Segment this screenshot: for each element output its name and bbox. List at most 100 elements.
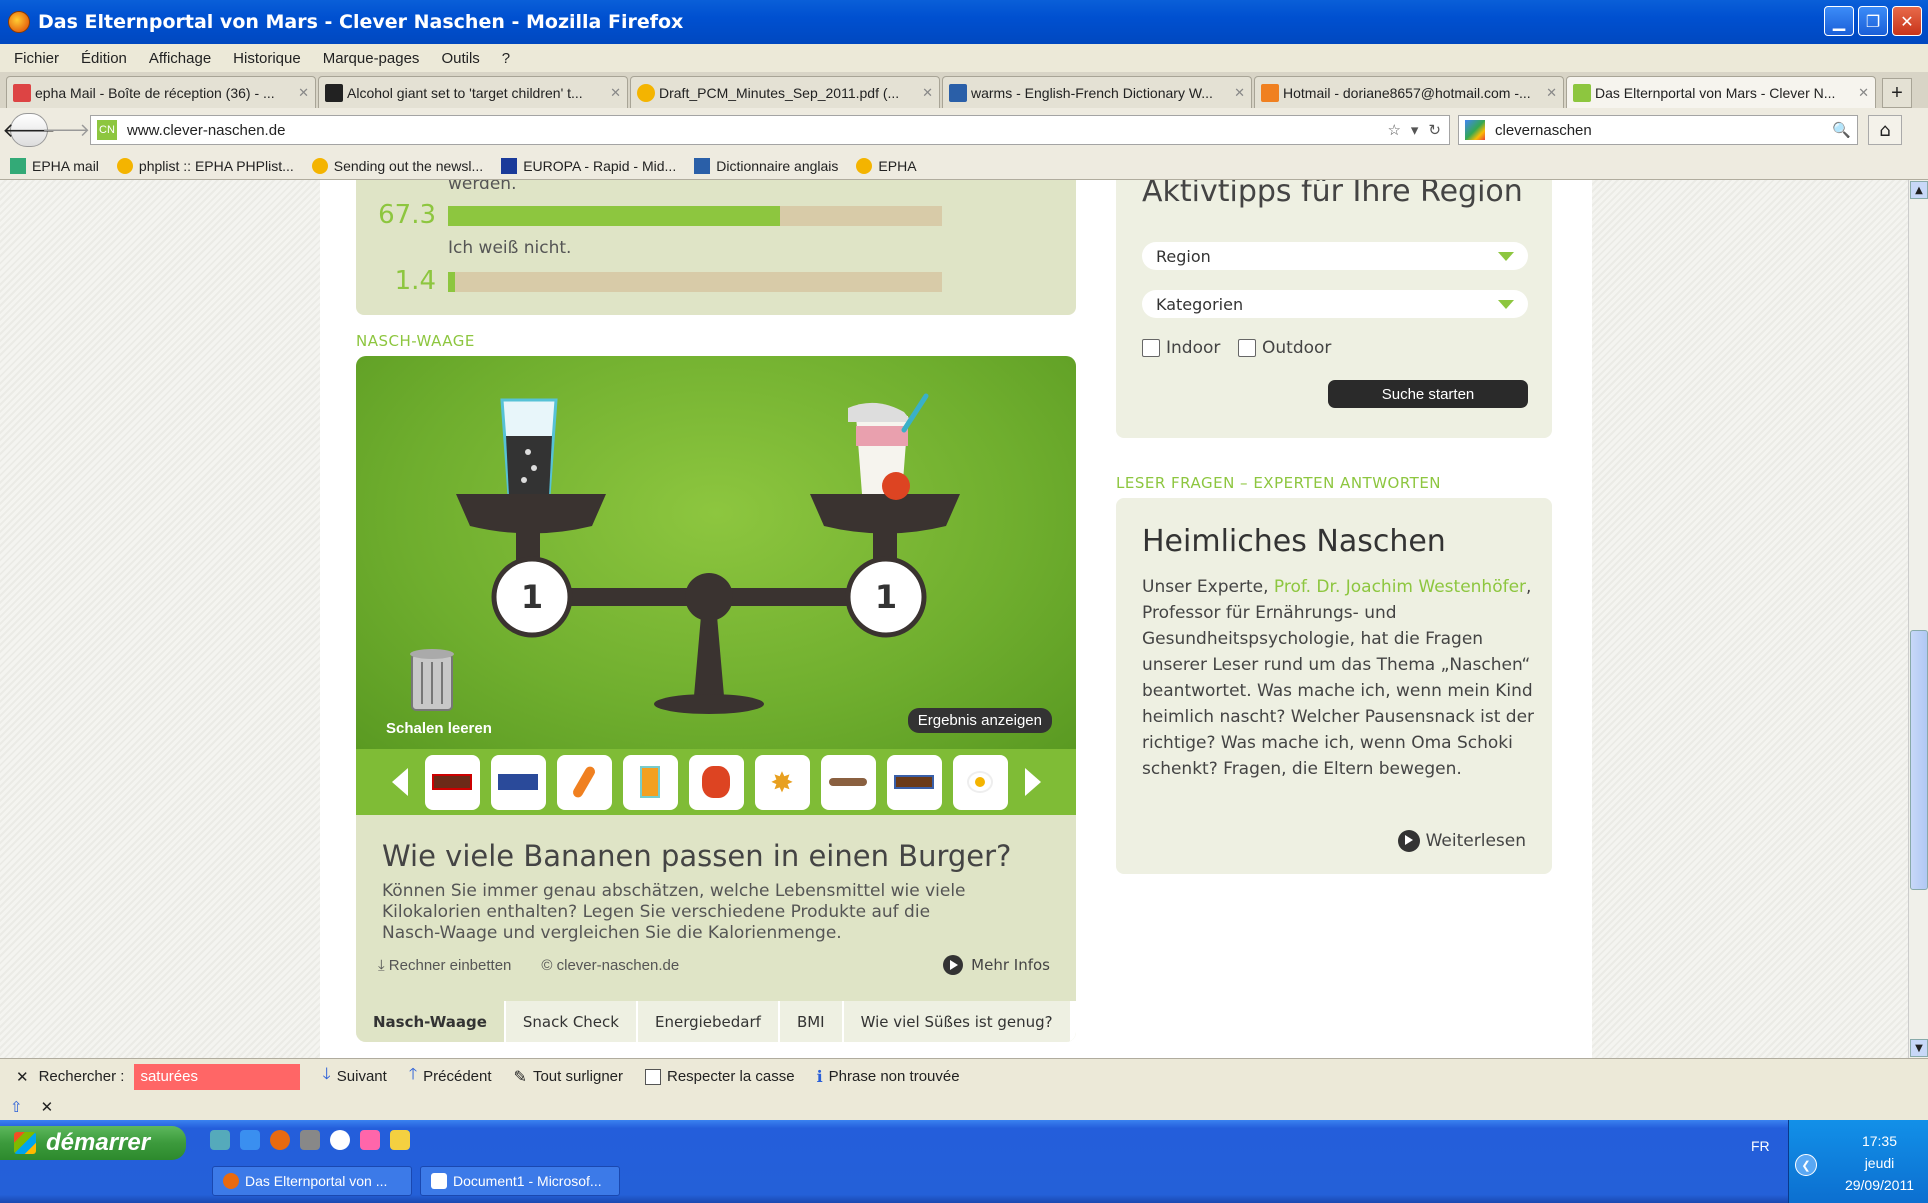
- tab-snack-check[interactable]: Snack Check: [505, 1001, 638, 1042]
- scroll-down-icon[interactable]: ▼: [1910, 1039, 1928, 1057]
- close-button[interactable]: ✕: [1892, 6, 1922, 36]
- arrow-down-icon: 🡓: [322, 1066, 331, 1083]
- addon-bar-icon[interactable]: ⇧: [10, 1098, 23, 1116]
- bookmark-epha-mail[interactable]: EPHA mail: [10, 157, 99, 174]
- menu-marque-pages[interactable]: Marque-pages: [323, 50, 420, 67]
- scroll-up-icon[interactable]: ▲: [1910, 181, 1928, 199]
- spoon-icon[interactable]: [820, 754, 876, 810]
- highlight-all-button[interactable]: ✎ Tout surligner: [514, 1067, 623, 1087]
- menu-affichage[interactable]: Affichage: [149, 50, 211, 67]
- vertical-scrollbar[interactable]: ▲ ▼: [1908, 180, 1928, 1058]
- tab-close-icon[interactable]: ✕: [298, 85, 309, 101]
- crisps-icon[interactable]: ✸: [754, 754, 810, 810]
- tab-alcohol-giant[interactable]: Alcohol giant set to 'target children' t…: [318, 76, 628, 108]
- category-select[interactable]: Kategorien: [1142, 290, 1528, 318]
- close-findbar-icon[interactable]: ✕: [16, 1068, 29, 1086]
- scale-stage[interactable]: 1 1 Schalen leeren Ergebnis anzeigen: [356, 356, 1076, 749]
- start-search-button[interactable]: Suche starten: [1328, 380, 1528, 408]
- tab-energiebedarf[interactable]: Energiebedarf: [637, 1001, 780, 1042]
- poll-bar: [448, 272, 942, 292]
- region-select[interactable]: Region: [1142, 242, 1528, 270]
- find-next-button[interactable]: 🡓 Suivant: [322, 1063, 386, 1090]
- carousel-next-arrow-icon[interactable]: [1024, 768, 1041, 796]
- network-icon[interactable]: [300, 1130, 320, 1150]
- more-info-link[interactable]: Mehr Infos: [943, 955, 1050, 975]
- kinder-bar-icon[interactable]: [424, 754, 480, 810]
- tab-nasch-waage[interactable]: Nasch-Waage: [356, 1001, 506, 1042]
- bookmark-sending-out[interactable]: Sending out the newsl...: [311, 157, 483, 174]
- tab-close-icon[interactable]: ✕: [922, 85, 933, 101]
- dropdown-icon[interactable]: ▾: [1411, 121, 1419, 139]
- tab-epha-mail[interactable]: epha Mail - Boîte de réception (36) - ..…: [6, 76, 316, 108]
- find-input[interactable]: saturées: [134, 1063, 301, 1090]
- menu-fichier[interactable]: Fichier: [14, 50, 59, 67]
- tab-close-icon[interactable]: ✕: [1858, 85, 1869, 101]
- match-case-checkbox[interactable]: Respecter la casse: [645, 1068, 795, 1085]
- chevron-left-icon[interactable]: ❮: [1795, 1154, 1817, 1176]
- find-prev-button[interactable]: 🡑 Précédent: [409, 1063, 492, 1090]
- trash-can-icon[interactable]: [410, 649, 454, 711]
- clear-pans-button[interactable]: Schalen leeren: [386, 720, 492, 737]
- window-titlebar[interactable]: Das Elternportal von Mars - Clever Nasch…: [0, 0, 1928, 44]
- tab-close-icon[interactable]: ✕: [1234, 85, 1245, 101]
- menu-edition[interactable]: Édition: [81, 50, 127, 67]
- article-teaser: Unser Experte, Prof. Dr. Joachim Westenh…: [1142, 577, 1535, 779]
- carousel-prev-arrow-icon[interactable]: [391, 768, 408, 796]
- carrot-icon[interactable]: [556, 754, 612, 810]
- tab-draft-pcm[interactable]: Draft_PCM_Minutes_Sep_2011.pdf (... ✕: [630, 76, 940, 108]
- menu-outils[interactable]: Outils: [441, 50, 479, 67]
- browser-viewport[interactable]: werden. 67.3 Ich weiß nicht. 1.4 NASCH-W…: [0, 180, 1908, 1058]
- magnifier-icon[interactable]: 🔍: [1832, 121, 1851, 139]
- forward-button[interactable]: 🡒: [42, 116, 90, 144]
- bookmark-europa[interactable]: EUROPA - Rapid - Mid...: [501, 157, 676, 174]
- start-button[interactable]: démarrer: [0, 1126, 186, 1160]
- tab-close-icon[interactable]: ✕: [1546, 85, 1557, 101]
- embed-calculator-link[interactable]: ⤓ Rechner einbetten: [378, 957, 511, 974]
- mail-icon[interactable]: [360, 1130, 380, 1150]
- bookmark-epha[interactable]: EPHA: [856, 157, 917, 174]
- maximize-button[interactable]: ❐: [1858, 6, 1888, 36]
- windows-taskbar: démarrer Das Elternportal von ... Docume…: [0, 1120, 1928, 1203]
- windows-flag-icon: [14, 1132, 36, 1154]
- indoor-checkbox[interactable]: Indoor: [1142, 338, 1220, 358]
- play-icon: [943, 955, 964, 975]
- tab-hotmail[interactable]: Hotmail - doriane8657@hotmail.com -... ✕: [1254, 76, 1564, 108]
- url-bar[interactable]: CN www.clever-naschen.de ☆ ▾ ↻: [90, 115, 1450, 145]
- tab-close-icon[interactable]: ✕: [610, 85, 621, 101]
- show-result-button[interactable]: Ergebnis anzeigen: [907, 708, 1052, 733]
- folder-icon[interactable]: [390, 1130, 410, 1150]
- snickers-icon[interactable]: [886, 754, 942, 810]
- home-button[interactable]: ⌂: [1868, 115, 1902, 145]
- milky-way-icon[interactable]: [490, 754, 546, 810]
- tab-bmi[interactable]: BMI: [779, 1001, 844, 1042]
- bookmark-phplist[interactable]: phplist :: EPHA PHPlist...: [116, 157, 294, 174]
- tab-wie-viel-suesses[interactable]: Wie viel Süßes ist genug?: [843, 1001, 1072, 1042]
- firefox-icon[interactable]: [270, 1130, 290, 1150]
- expert-link[interactable]: Prof. Dr. Joachim Westenhöfer: [1274, 577, 1526, 597]
- close-addon-bar-icon[interactable]: ✕: [41, 1098, 54, 1116]
- fried-egg-icon[interactable]: [952, 754, 1008, 810]
- taskbar-word-window[interactable]: Document1 - Microsof...: [420, 1166, 620, 1196]
- internet-explorer-icon[interactable]: [240, 1130, 260, 1150]
- outdoor-checkbox[interactable]: Outdoor: [1238, 338, 1331, 358]
- taskbar-firefox-window[interactable]: Das Elternportal von ...: [212, 1166, 412, 1196]
- language-indicator[interactable]: FR: [1751, 1138, 1770, 1154]
- read-more-link[interactable]: Weiterlesen: [1397, 830, 1526, 852]
- show-desktop-icon[interactable]: [210, 1130, 230, 1150]
- orange-juice-icon[interactable]: [622, 754, 678, 810]
- menu-historique[interactable]: Historique: [233, 50, 301, 67]
- reload-icon[interactable]: ↻: [1428, 121, 1441, 139]
- minimize-button[interactable]: ▁: [1824, 6, 1854, 36]
- red-pepper-icon[interactable]: [688, 754, 744, 810]
- search-bar[interactable]: clevernaschen 🔍: [1458, 115, 1858, 145]
- tab-wordreference[interactable]: warms - English-French Dictionary W... ✕: [942, 76, 1252, 108]
- poll-results: werden. 67.3 Ich weiß nicht. 1.4: [356, 180, 1076, 315]
- scroll-thumb[interactable]: [1910, 630, 1928, 890]
- tab-elternportal[interactable]: Das Elternportal von Mars - Clever N... …: [1566, 76, 1876, 108]
- bookmark-dictionnaire[interactable]: Dictionnaire anglais: [694, 157, 838, 174]
- star-icon[interactable]: ☆: [1387, 121, 1400, 139]
- clock[interactable]: 17:35 jeudi 29/09/2011: [1845, 1130, 1914, 1196]
- menu-help[interactable]: ?: [502, 50, 510, 67]
- new-tab-button[interactable]: +: [1882, 78, 1912, 108]
- media-player-icon[interactable]: [330, 1130, 350, 1150]
